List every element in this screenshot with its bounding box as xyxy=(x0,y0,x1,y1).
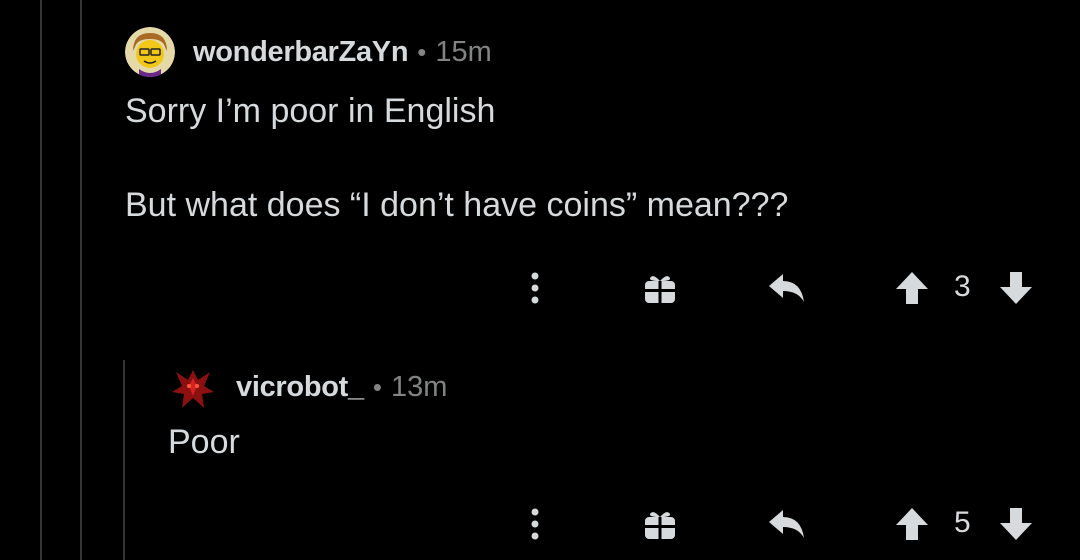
reply-icon[interactable] xyxy=(765,504,809,544)
meta-separator: • xyxy=(372,371,382,402)
more-options-icon[interactable] xyxy=(520,504,550,544)
comment-header: vicrobot_ • 13m xyxy=(168,362,1058,412)
downvote-icon[interactable] xyxy=(996,268,1036,308)
comment-timestamp: 13m xyxy=(390,370,448,403)
comment-paragraph: Poor xyxy=(168,423,240,461)
comment-body: Sorry I’m poor in English But what does … xyxy=(125,87,1065,229)
comment-action-bar: 5 xyxy=(0,504,1080,544)
upvote-icon[interactable] xyxy=(892,268,932,308)
downvote-icon[interactable] xyxy=(996,504,1036,544)
vote-count: 5 xyxy=(954,506,971,539)
comment-timestamp: 15m xyxy=(435,35,492,68)
comment-paragraph: Sorry I’m poor in English xyxy=(125,92,496,130)
gift-award-icon[interactable] xyxy=(640,268,680,308)
red-creature-avatar-icon[interactable] xyxy=(168,362,218,412)
comment-header: wonderbarZaYn • 15m xyxy=(125,27,1065,77)
reply-icon[interactable] xyxy=(765,268,809,308)
comment: wonderbarZaYn • 15m Sorry I’m poor in En… xyxy=(125,27,1065,229)
comment-paragraph: But what does “I don’t have coins” mean?… xyxy=(125,186,789,224)
comment-body: Poor xyxy=(168,418,1058,466)
gift-award-icon[interactable] xyxy=(640,504,680,544)
cartoon-avatar-icon[interactable] xyxy=(125,27,175,77)
author-name[interactable]: wonderbarZaYn xyxy=(193,36,409,69)
upvote-icon[interactable] xyxy=(892,504,932,544)
comment-action-bar: 3 xyxy=(0,268,1080,308)
meta-separator: • xyxy=(417,36,427,67)
more-options-icon[interactable] xyxy=(520,268,550,308)
author-name[interactable]: vicrobot_ xyxy=(236,371,364,404)
vote-count: 3 xyxy=(954,270,971,303)
comment-reply: vicrobot_ • 13m Poor xyxy=(168,362,1058,466)
